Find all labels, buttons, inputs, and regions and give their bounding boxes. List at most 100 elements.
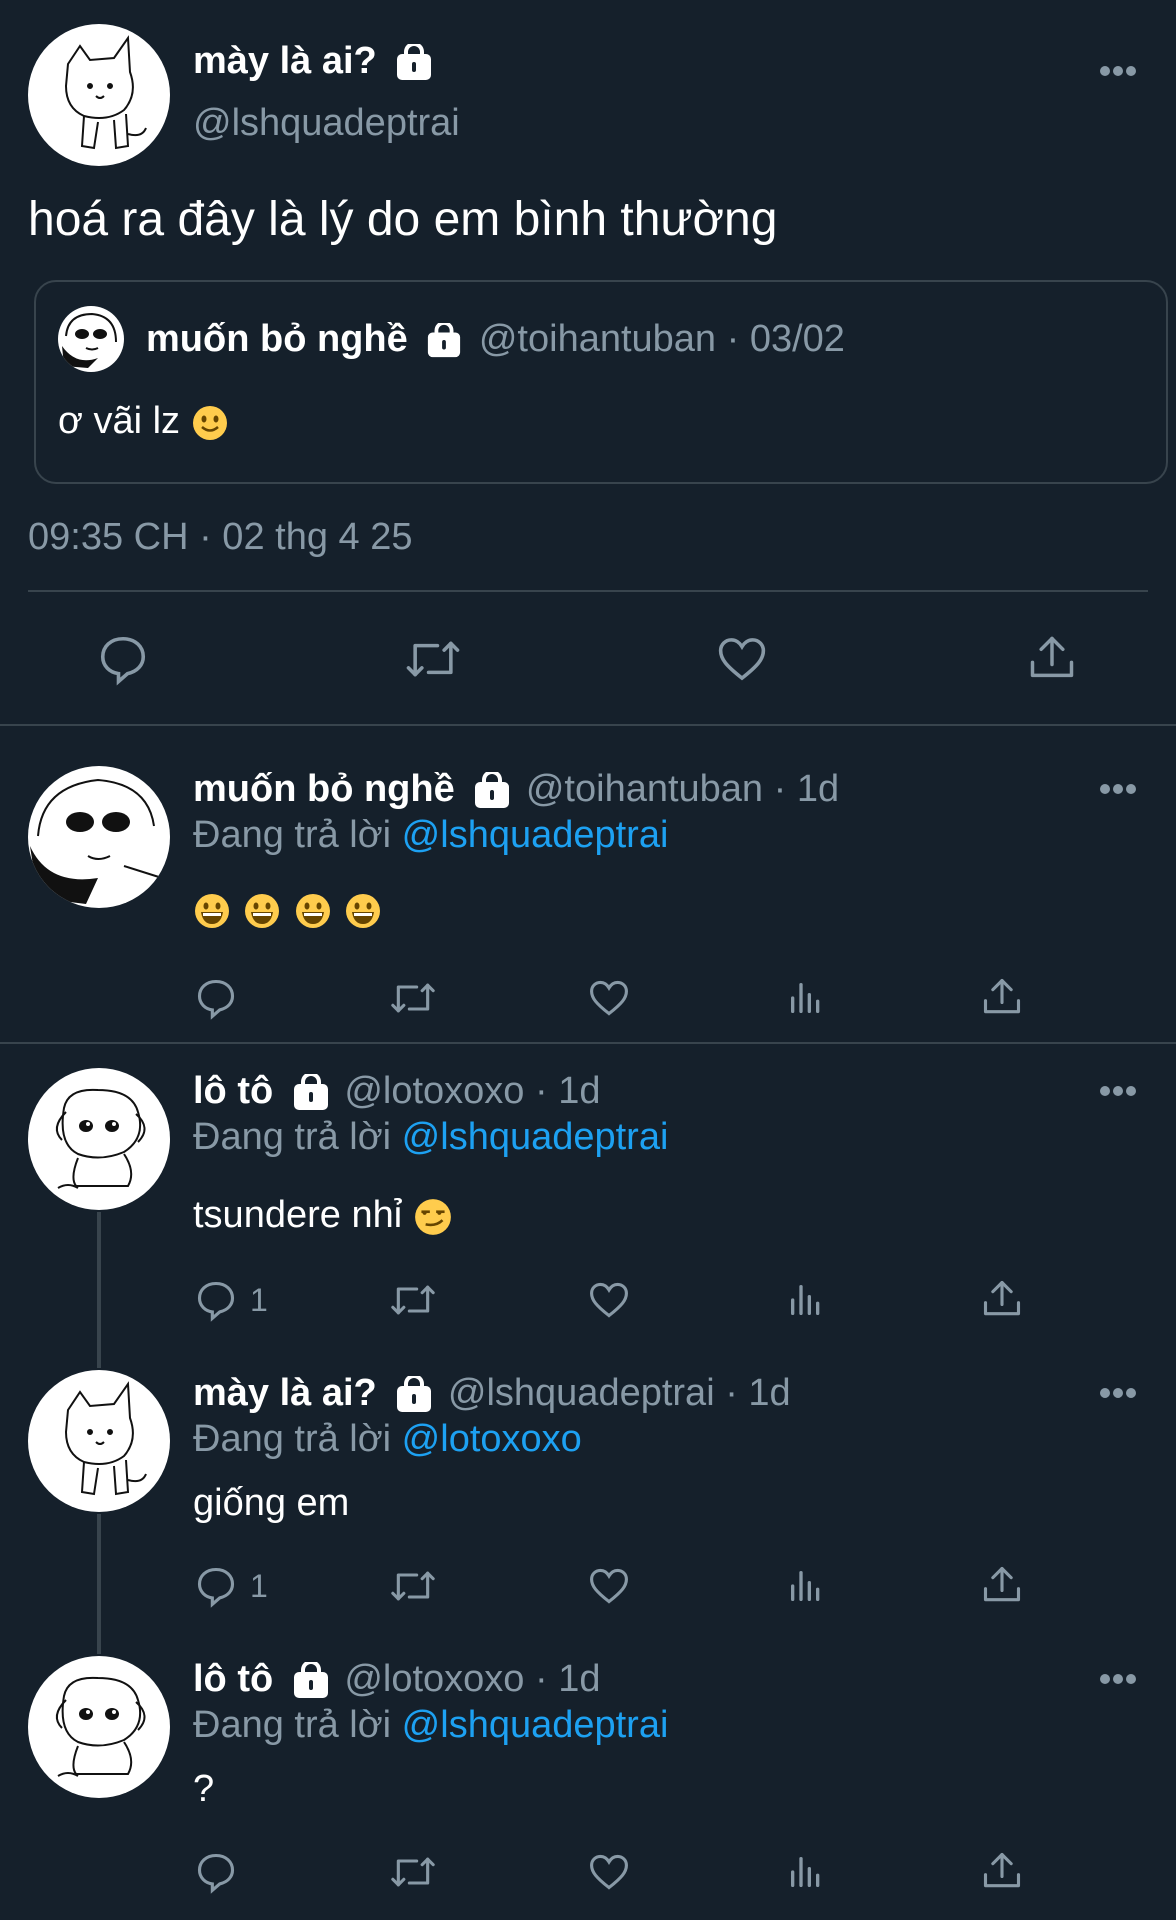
lock-icon: [293, 1661, 328, 1698]
grinning-emoji-icon: [245, 894, 280, 928]
quote-author-name-text: muốn bỏ nghề: [146, 318, 408, 360]
share-icon[interactable]: [980, 1276, 1024, 1322]
avatar[interactable]: [28, 1370, 170, 1512]
like-icon[interactable]: [586, 976, 632, 1020]
replying-to: Đang trả lời @lshquadeptrai: [193, 1116, 668, 1159]
more-options-icon[interactable]: [1098, 1084, 1138, 1098]
analytics-icon[interactable]: [786, 976, 826, 1020]
like-icon[interactable]: [714, 632, 770, 686]
analytics-icon[interactable]: [786, 1850, 826, 1894]
reply-icon[interactable]: [96, 632, 150, 686]
replying-prefix: Đang trả lời: [193, 814, 392, 856]
quote-avatar: [58, 306, 124, 372]
more-options-icon[interactable]: [1098, 64, 1138, 78]
author-name-text: muốn bỏ nghề: [193, 768, 455, 810]
reply-icon[interactable]: [194, 1278, 238, 1322]
tweet-text-content: tsundere nhỉ: [193, 1194, 403, 1236]
handle-time: @lotoxoxo · 1d: [344, 1658, 601, 1700]
tweet-text: ?: [193, 1768, 215, 1810]
retweet-icon[interactable]: [388, 1278, 438, 1322]
tweet-text: hoá ra đây là lý do em bình thường: [28, 193, 778, 246]
replying-to-link[interactable]: @lotoxoxo: [402, 1418, 582, 1460]
quote-handle-date: @toihantuban · 03/02: [478, 318, 845, 360]
author-name-text: mày là ai?: [193, 40, 377, 82]
author-name[interactable]: lô tô @lotoxoxo · 1d: [193, 1658, 600, 1701]
divider: [0, 1042, 1176, 1044]
divider: [28, 590, 1148, 592]
quote-text: ơ vãi lz: [58, 400, 229, 443]
handle-time: @toihantuban · 1d: [525, 768, 840, 810]
grinning-emoji-icon: [346, 894, 381, 928]
retweet-icon[interactable]: [388, 1564, 438, 1608]
tweet-timestamp: 09:35 CH · 02 thg 4 25: [28, 516, 413, 558]
author-name[interactable]: mày là ai? @lshquadeptrai · 1d: [193, 1372, 791, 1415]
handle-time: @lotoxoxo · 1d: [344, 1070, 601, 1112]
avatar[interactable]: [28, 24, 170, 166]
dog-avatar-drawing: [55, 1676, 146, 1777]
reply-icon[interactable]: [194, 976, 238, 1020]
avatar[interactable]: [28, 1068, 170, 1210]
author-name-text: lô tô: [193, 1658, 274, 1700]
smirking-emoji-icon: [414, 1199, 451, 1235]
author-handle[interactable]: @lshquadeptrai: [193, 102, 460, 145]
author-name-text: lô tô: [193, 1070, 274, 1112]
reply-icon[interactable]: [194, 1564, 238, 1608]
like-icon[interactable]: [586, 1278, 632, 1322]
author-name[interactable]: lô tô @lotoxoxo · 1d: [193, 1070, 600, 1113]
like-icon[interactable]: [586, 1564, 632, 1608]
lock-icon: [397, 1375, 432, 1412]
thread-connector: [97, 1212, 101, 1368]
more-options-icon[interactable]: [1098, 782, 1138, 796]
retweet-icon[interactable]: [404, 632, 462, 686]
reply-count: 1: [250, 1282, 268, 1318]
face-sketch-drawing: [62, 312, 117, 368]
tweet-text: giống em: [193, 1482, 350, 1524]
tweet-text: tsundere nhỉ: [193, 1194, 453, 1237]
divider: [0, 724, 1176, 726]
replying-to: Đang trả lời @lshquadeptrai: [193, 814, 668, 857]
share-icon[interactable]: [980, 974, 1024, 1020]
replying-to-link[interactable]: @lshquadeptrai: [402, 1704, 669, 1746]
author-name[interactable]: muốn bỏ nghề @toihantuban · 1d: [193, 768, 839, 811]
lock-icon: [475, 771, 510, 808]
share-icon[interactable]: [980, 1848, 1024, 1894]
grinning-emoji-icon: [295, 894, 330, 928]
lock-icon: [293, 1073, 328, 1110]
author-name-text: mày là ai?: [193, 1372, 377, 1414]
quote-tweet-card[interactable]: muốn bỏ nghề @toihantuban · 03/02 ơ vãi …: [34, 280, 1168, 484]
more-options-icon[interactable]: [1098, 1386, 1138, 1400]
more-options-icon[interactable]: [1098, 1672, 1138, 1686]
replying-to: Đang trả lời @lotoxoxo: [193, 1418, 582, 1461]
author-name[interactable]: mày là ai?: [193, 40, 433, 83]
retweet-icon[interactable]: [388, 976, 438, 1020]
cat-avatar-drawing: [64, 35, 147, 150]
analytics-icon[interactable]: [786, 1278, 826, 1322]
quote-author-name: muốn bỏ nghề @toihantuban · 03/02: [146, 318, 845, 361]
cat-avatar-drawing: [64, 1381, 147, 1496]
share-icon[interactable]: [980, 1562, 1024, 1608]
slightly-smiling-emoji-icon: [192, 405, 227, 440]
replying-to-link[interactable]: @lshquadeptrai: [402, 1116, 669, 1158]
replying-prefix: Đang trả lời: [193, 1116, 392, 1158]
share-icon[interactable]: [1026, 630, 1078, 686]
replying-to-link[interactable]: @lshquadeptrai: [402, 814, 669, 856]
reply-icon[interactable]: [194, 1850, 238, 1894]
avatar[interactable]: [28, 766, 170, 908]
grinning-emoji-icon: [195, 894, 229, 928]
dog-avatar-drawing: [55, 1088, 146, 1189]
quote-text-content: ơ vãi lz: [58, 400, 181, 442]
replying-prefix: Đang trả lời: [193, 1418, 392, 1460]
lock-icon: [397, 43, 432, 80]
face-sketch-drawing: [30, 778, 163, 904]
reply-count: 1: [250, 1568, 268, 1604]
like-icon[interactable]: [586, 1850, 632, 1894]
avatar[interactable]: [28, 1656, 170, 1798]
tweet-text: [193, 892, 382, 930]
thread-connector: [97, 1514, 101, 1654]
handle-time: @lshquadeptrai · 1d: [447, 1372, 791, 1414]
replying-prefix: Đang trả lời: [193, 1704, 392, 1746]
retweet-icon[interactable]: [388, 1850, 438, 1894]
replying-to: Đang trả lời @lshquadeptrai: [193, 1704, 668, 1747]
lock-icon: [428, 322, 461, 358]
analytics-icon[interactable]: [786, 1564, 826, 1608]
